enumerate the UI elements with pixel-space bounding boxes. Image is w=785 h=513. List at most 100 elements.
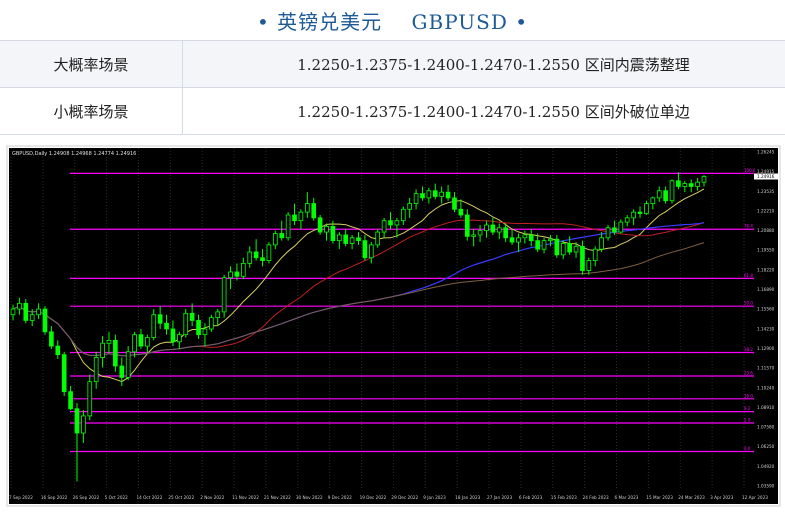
fib-level-label: 16.0 — [744, 393, 753, 398]
candle-body — [107, 340, 111, 343]
candle-body — [696, 182, 700, 186]
price-tick-label: 1.20880 — [757, 228, 775, 233]
candle-body — [145, 338, 149, 347]
price-axis — [754, 148, 778, 490]
candle-body — [491, 225, 495, 232]
candle-body — [152, 315, 156, 338]
price-tick-label: 1.23535 — [757, 189, 775, 194]
fib-level-label: 76.4 — [744, 224, 753, 229]
candle-body — [613, 228, 617, 232]
candle-body — [216, 312, 220, 318]
candle-body — [369, 245, 373, 258]
candle-body — [254, 252, 258, 258]
candle-body — [702, 177, 706, 183]
date-tick-label: 19 Dec 2022 — [360, 495, 387, 500]
candle-body — [587, 261, 591, 271]
candle-body — [49, 332, 53, 346]
date-tick-label: 14 Oct 2022 — [136, 495, 162, 500]
candle — [670, 179, 674, 203]
candle-body — [357, 238, 361, 241]
candle-body — [190, 313, 194, 320]
candle-body — [453, 198, 457, 209]
date-tick-label: 15 Feb 2023 — [551, 495, 577, 500]
candle-body — [30, 315, 34, 321]
candle-body — [350, 238, 354, 244]
candle-body — [273, 234, 277, 245]
date-tick-label: 6 Feb 2023 — [519, 495, 543, 500]
fib-level-label: 23.6 — [744, 371, 753, 376]
date-tick-label: 11 Nov 2022 — [232, 495, 259, 500]
candle-body — [465, 215, 469, 236]
candle-body — [651, 198, 655, 204]
candle-body — [344, 235, 348, 244]
candle-body — [126, 352, 130, 378]
fib-level-label: 100.0 — [744, 168, 756, 173]
candle-body — [689, 184, 693, 187]
candle — [222, 275, 226, 318]
candle-body — [248, 252, 252, 263]
fib-level-label: 9.2 — [744, 406, 751, 411]
chart-symbol-label: GBPUSD,Daily 1.24908 1.24968 1.24774 1.2… — [12, 151, 136, 157]
candle-body — [517, 238, 521, 242]
candle-body — [485, 225, 489, 231]
candle-body — [94, 357, 98, 381]
candle-body — [382, 221, 386, 232]
date-tick-label: 9 Jan 2023 — [423, 495, 446, 500]
candle-body — [101, 343, 105, 357]
price-tick-label: 1.22210 — [757, 208, 775, 213]
candle-body — [184, 313, 188, 334]
price-tick-label: 1.12900 — [757, 346, 775, 351]
date-tick-label: 2 Nov 2022 — [200, 495, 224, 500]
candle — [62, 352, 66, 396]
candle-body — [414, 194, 418, 204]
candle-body — [619, 222, 623, 232]
candle-body — [235, 272, 239, 276]
date-tick-label: 12 Apr 2023 — [742, 495, 768, 500]
scenario-value: 1.2250-1.2375-1.2400-1.2470-1.2550 区间内震荡… — [183, 41, 785, 88]
title-dot-right: • — [515, 10, 528, 34]
candle-body — [363, 241, 367, 258]
candle-body — [113, 340, 117, 366]
candle — [267, 242, 271, 263]
candle — [43, 306, 47, 335]
title-bar: • 英镑兑美元 GBPUSD • — [0, 0, 785, 40]
candle-body — [497, 228, 501, 232]
candle-body — [133, 335, 137, 352]
candle — [209, 315, 213, 332]
fib-level-label: 61.8 — [744, 273, 753, 278]
date-tick-label: 24 Feb 2023 — [583, 495, 609, 500]
date-tick-label: 18 Jan 2023 — [455, 495, 480, 500]
candle-body — [523, 235, 527, 238]
price-tick-label: 1.19550 — [757, 248, 775, 253]
candle-body — [408, 204, 412, 210]
price-chart: 100.076.461.850.038.223.616.09.25.00.0 7… — [0, 138, 785, 509]
candle-body — [664, 191, 668, 201]
candle-body — [676, 181, 680, 187]
candle — [376, 229, 380, 248]
date-tick-label: 26 Sep 2022 — [73, 495, 100, 500]
title-dot-left: • — [257, 10, 270, 34]
candle-body — [222, 278, 226, 312]
candle-body — [120, 366, 124, 377]
candle-body — [17, 303, 21, 309]
candle-body — [459, 209, 463, 215]
candle-body — [510, 238, 514, 242]
candle-body — [433, 191, 437, 197]
candle-body — [241, 263, 245, 276]
candle-body — [261, 258, 265, 261]
candle-body — [293, 215, 297, 221]
price-tick-label: 1.08910 — [757, 405, 775, 410]
candle-body — [625, 218, 629, 222]
candle-body — [62, 355, 66, 392]
price-tick-label: 1.15560 — [757, 307, 775, 312]
candle-body — [395, 221, 399, 225]
candle-body — [536, 241, 540, 250]
price-tick-label: 1.26245 — [757, 150, 775, 155]
candle-body — [561, 243, 565, 254]
candle-body — [376, 232, 380, 245]
fib-level-label: 0.0 — [744, 446, 751, 451]
date-tick-label: 24 Mar 2023 — [678, 495, 705, 500]
candle-body — [267, 245, 271, 261]
candle-body — [139, 335, 143, 346]
candle-body — [81, 416, 85, 433]
